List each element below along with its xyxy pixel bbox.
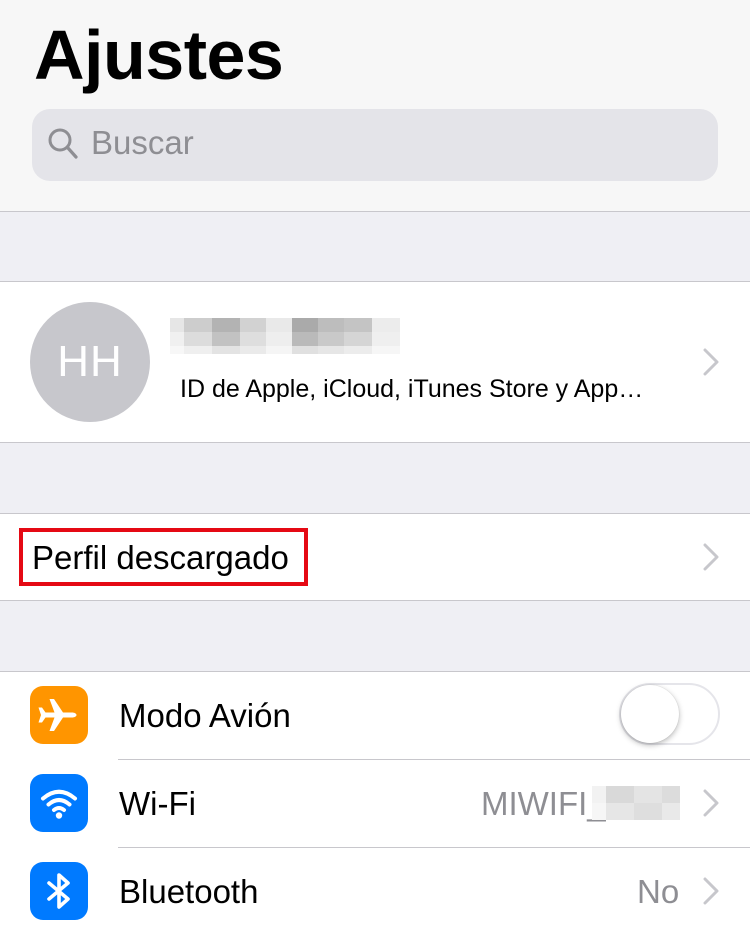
airplane-mode-row: Modo Avión — [0, 672, 750, 759]
header: Ajustes Buscar — [0, 0, 750, 212]
wifi-label: Wi-Fi — [119, 785, 196, 822]
search-icon — [48, 128, 78, 160]
divider — [0, 211, 750, 212]
chevron-right-icon — [703, 877, 719, 905]
toggle-knob — [621, 685, 679, 743]
avatar-initials: HH — [57, 337, 123, 386]
bluetooth-icon — [30, 862, 88, 920]
wifi-network-value: MIWIFI_ — [481, 785, 606, 822]
airplane-icon — [30, 686, 88, 744]
avatar: HH — [30, 302, 150, 422]
chevron-right-icon — [703, 543, 719, 571]
downloaded-profile-label: Perfil descargado — [32, 539, 289, 576]
bluetooth-row[interactable]: Bluetooth No — [0, 848, 750, 934]
page-title: Ajustes — [34, 16, 284, 94]
chevron-right-icon — [703, 348, 719, 376]
airplane-mode-label: Modo Avión — [119, 697, 291, 734]
settings-screen: Ajustes Buscar HH ID de Apple, iCloud, i… — [0, 0, 750, 934]
wifi-icon — [30, 774, 88, 832]
apple-id-row[interactable]: HH ID de Apple, iCloud, iTunes Store y A… — [0, 281, 750, 443]
airplane-mode-toggle[interactable] — [619, 683, 720, 745]
bluetooth-status-value: No — [637, 873, 680, 910]
downloaded-profile-row[interactable]: Perfil descargado — [0, 513, 750, 601]
profile-name-redacted — [170, 318, 402, 358]
search-input[interactable]: Buscar — [91, 122, 194, 164]
chevron-right-icon — [703, 789, 719, 817]
bluetooth-label: Bluetooth — [119, 873, 259, 910]
settings-list: Modo Avión Wi-Fi MIWIFI_ Bluetooth No — [0, 671, 750, 934]
apple-id-subtitle: ID de Apple, iCloud, iTunes Store y App… — [180, 375, 644, 403]
wifi-row[interactable]: Wi-Fi MIWIFI_ — [0, 760, 750, 847]
wifi-name-redacted — [592, 786, 680, 820]
